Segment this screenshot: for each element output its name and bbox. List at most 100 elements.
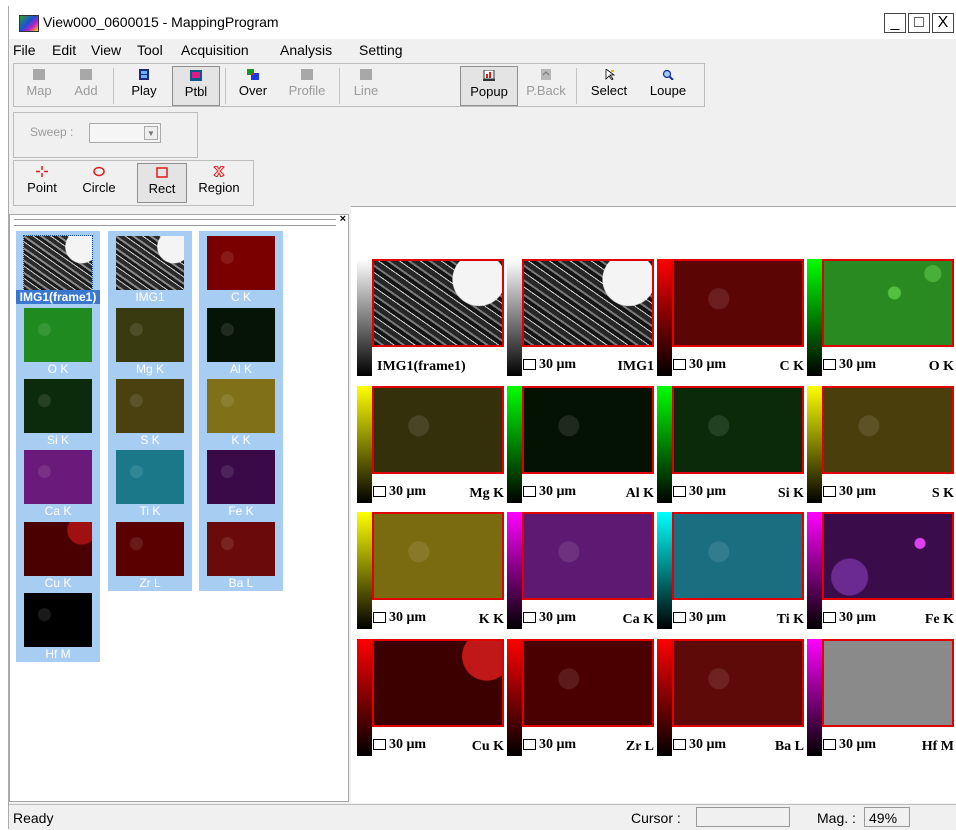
scale-text: 30 μm (839, 357, 877, 372)
element-map-image[interactable] (372, 386, 504, 474)
ptbl-button[interactable]: Ptbl (172, 66, 220, 106)
element-map-image[interactable] (822, 259, 954, 347)
menu-analysis[interactable]: Analysis (280, 42, 332, 58)
thumbnail-image[interactable] (24, 308, 92, 362)
scale-box-icon (373, 612, 386, 624)
overlay-icon (247, 69, 259, 80)
popup-chart-icon (483, 70, 495, 81)
thumbnail-image[interactable] (207, 308, 275, 362)
close-button[interactable]: X (932, 13, 954, 33)
element-map-label: S K (931, 486, 954, 501)
circle-button[interactable]: Circle (69, 163, 129, 203)
circle-label: Circle (82, 180, 116, 195)
menu-setting[interactable]: Setting (359, 42, 403, 58)
scale-indicator: 30 μm (523, 737, 576, 753)
element-map-label: Fe K (924, 612, 954, 627)
color-scale-bar (807, 386, 822, 503)
rect-button[interactable]: Rect (137, 163, 187, 203)
menu-view[interactable]: View (91, 42, 121, 58)
scale-box-icon (673, 359, 686, 371)
maximize-button[interactable]: □ (908, 13, 930, 33)
element-map-image[interactable] (522, 639, 654, 727)
thumbnail-image[interactable] (207, 236, 275, 290)
thumbnail-image[interactable] (116, 308, 184, 362)
thumbnail-image[interactable] (23, 235, 93, 291)
element-map-image[interactable] (372, 639, 504, 727)
menu-tool[interactable]: Tool (137, 42, 163, 58)
thumbnail-label: O K (47, 362, 69, 376)
popup-button[interactable]: Popup (460, 66, 518, 106)
thumbnail-image[interactable] (24, 522, 92, 576)
thumbnail-image[interactable] (207, 379, 275, 433)
magnification-readout: 49% (864, 807, 910, 827)
thumbnail-image[interactable] (24, 450, 92, 504)
rectangle-icon (156, 167, 168, 178)
scale-box-icon (373, 739, 386, 751)
sweep-group: Sweep : ▼ (13, 112, 198, 158)
scale-indicator: 30 μm (823, 484, 876, 500)
thumbnail-image[interactable] (116, 236, 184, 290)
scale-box-icon (673, 739, 686, 751)
rect-label: Rect (148, 181, 176, 196)
add-button[interactable]: Add (64, 66, 108, 106)
line-button[interactable]: Line (344, 66, 388, 106)
element-map-label: Al K (625, 486, 654, 501)
profile-button[interactable]: Profile (280, 66, 334, 106)
panel-grip[interactable] (14, 219, 336, 226)
thumbnail-image[interactable] (207, 522, 275, 576)
thumbnail-image[interactable] (24, 379, 92, 433)
thumbnail-image[interactable] (207, 450, 275, 504)
scale-text: 30 μm (389, 737, 427, 752)
chevron-down-icon[interactable]: ▼ (144, 126, 158, 140)
menu-edit[interactable]: Edit (52, 42, 76, 58)
point-label: Point (27, 180, 57, 195)
map-view: IMG1(frame1) 30 μm IMG1 30 μm C K 30 μm O K 30 … (351, 206, 956, 803)
element-map-image[interactable] (522, 386, 654, 474)
point-button[interactable]: Point (17, 163, 67, 203)
color-scale-bar (807, 639, 822, 756)
element-map-image[interactable] (522, 259, 654, 347)
color-scale-bar (807, 512, 822, 629)
title-bar[interactable]: View000_0600015 - MappingProgram _ □ X (9, 6, 956, 40)
pback-button[interactable]: P.Back (520, 66, 572, 106)
thumbnail-image[interactable] (116, 522, 184, 576)
element-map-image[interactable] (822, 386, 954, 474)
element-map-image[interactable] (672, 386, 804, 474)
element-map-image[interactable] (822, 512, 954, 600)
select-button[interactable]: Select (581, 66, 637, 106)
menu-file[interactable]: File (13, 42, 36, 58)
scale-text: 30 μm (689, 737, 727, 752)
menu-acquisition[interactable]: Acquisition (181, 42, 249, 58)
thumbnail-image[interactable] (116, 379, 184, 433)
region-label: Region (198, 180, 240, 195)
element-map-image[interactable] (372, 259, 504, 347)
region-button[interactable]: Region (189, 163, 249, 203)
thumbnail-label: Ba L (228, 576, 254, 590)
thumbnail-label: K K (231, 433, 251, 447)
thumbnail-label: Al K (229, 362, 252, 376)
popup-label: Popup (470, 84, 508, 99)
minimize-button[interactable]: _ (884, 13, 906, 33)
color-scale-bar (657, 259, 672, 376)
thumbnail-image[interactable] (24, 593, 92, 647)
sweep-select[interactable]: ▼ (89, 123, 161, 143)
thumbnail-image[interactable] (116, 450, 184, 504)
line-label: Line (353, 83, 379, 98)
scale-indicator: 30 μm (823, 357, 876, 373)
close-icon[interactable]: × (340, 213, 346, 225)
scale-box-icon (523, 359, 536, 371)
play-button[interactable]: Play (118, 66, 170, 106)
over-label: Over (238, 83, 268, 98)
scale-text: 30 μm (539, 357, 577, 372)
element-map-image[interactable] (822, 639, 954, 727)
scale-indicator: 30 μm (823, 610, 876, 626)
thumbnail-label: Fe K (228, 504, 254, 518)
element-map-image[interactable] (372, 512, 504, 600)
map-button[interactable]: Map (17, 66, 61, 106)
element-map-image[interactable] (522, 512, 654, 600)
loupe-button[interactable]: Loupe (639, 66, 697, 106)
element-map-image[interactable] (672, 512, 804, 600)
element-map-image[interactable] (672, 639, 804, 727)
over-button[interactable]: Over (229, 66, 277, 106)
element-map-image[interactable] (672, 259, 804, 347)
